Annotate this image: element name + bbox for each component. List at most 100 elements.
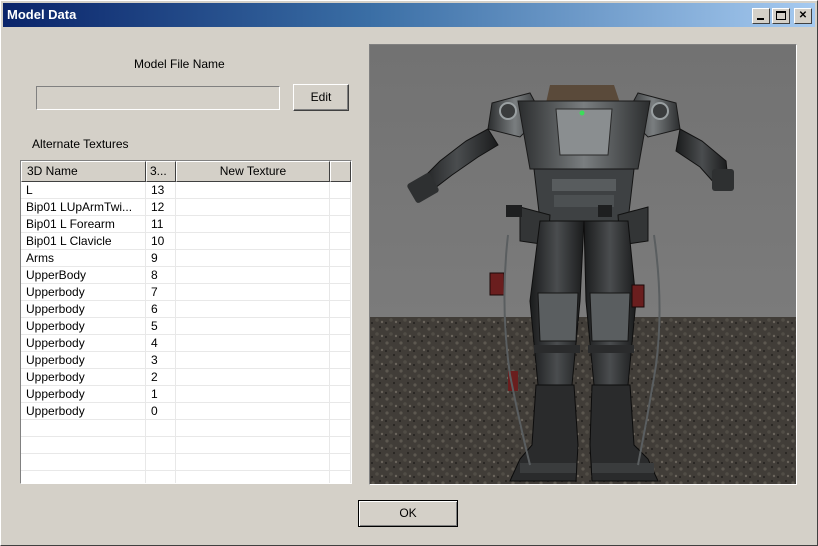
cell-3d-name: Upperbody: [21, 318, 146, 335]
cell-new-texture: [176, 301, 330, 318]
cell-3d-name: Upperbody: [21, 335, 146, 352]
list-body: L 13 Bip01 LUpArmTwi... 12 Bip01 L Forearm 11…: [21, 182, 351, 483]
edit-button[interactable]: Edit: [293, 84, 349, 111]
cell-empty: [330, 233, 351, 250]
table-row[interactable]: UpperBody 8: [21, 267, 351, 284]
cell-empty: [330, 335, 351, 352]
column-header-index[interactable]: 3...: [146, 161, 176, 182]
cell-new-texture: [176, 386, 330, 403]
cell-new-texture: [176, 199, 330, 216]
table-row[interactable]: Upperbody 3: [21, 352, 351, 369]
cell-empty: [330, 437, 351, 454]
cell-index: [146, 454, 176, 471]
cell-3d-name: L: [21, 182, 146, 199]
cell-new-texture: [176, 420, 330, 437]
table-row[interactable]: Arms 9: [21, 250, 351, 267]
table-row[interactable]: Upperbody 2: [21, 369, 351, 386]
cell-new-texture: [176, 454, 330, 471]
table-row[interactable]: Upperbody 0: [21, 403, 351, 420]
cell-empty: [330, 352, 351, 369]
cell-empty: [330, 284, 351, 301]
cell-3d-name: Arms: [21, 250, 146, 267]
column-header-new-texture[interactable]: New Texture: [176, 161, 330, 182]
ok-button[interactable]: OK: [358, 500, 458, 527]
cell-3d-name: [21, 437, 146, 454]
cell-index: 0: [146, 403, 176, 420]
table-row[interactable]: [21, 420, 351, 437]
cell-empty: [330, 250, 351, 267]
table-row[interactable]: Bip01 L Forearm 11: [21, 216, 351, 233]
cell-index: 10: [146, 233, 176, 250]
cell-new-texture: [176, 267, 330, 284]
cell-empty: [330, 318, 351, 335]
model-preview-viewport[interactable]: [369, 44, 797, 485]
alternate-textures-list[interactable]: 3D Name 3... New Texture L 13 Bip01 LUpArm…: [20, 160, 352, 484]
cell-empty: [330, 386, 351, 403]
cell-3d-name: Bip01 LUpArmTwi...: [21, 199, 146, 216]
table-row[interactable]: L 13: [21, 182, 351, 199]
minimize-icon: [757, 18, 764, 20]
cell-empty: [330, 267, 351, 284]
cell-empty: [330, 403, 351, 420]
cell-new-texture: [176, 437, 330, 454]
model-file-name-field[interactable]: [36, 86, 280, 110]
cell-new-texture: [176, 233, 330, 250]
cell-3d-name: Upperbody: [21, 284, 146, 301]
model-file-name-input[interactable]: [37, 87, 279, 109]
table-row[interactable]: Bip01 L Clavicle 10: [21, 233, 351, 250]
cell-index: [146, 420, 176, 437]
maximize-icon: [776, 11, 786, 20]
column-header-3d-name[interactable]: 3D Name: [21, 161, 146, 182]
cell-index: 2: [146, 369, 176, 386]
close-icon: ✕: [798, 10, 808, 21]
cell-empty: [330, 182, 351, 199]
cell-3d-name: Upperbody: [21, 301, 146, 318]
cell-index: 3: [146, 352, 176, 369]
cell-index: 7: [146, 284, 176, 301]
table-row[interactable]: [21, 454, 351, 471]
title-bar[interactable]: Model Data ✕: [3, 3, 815, 27]
cell-index: 8: [146, 267, 176, 284]
window-title: Model Data: [7, 7, 77, 22]
power-armor-preview-image: [370, 45, 796, 484]
cell-3d-name: Upperbody: [21, 369, 146, 386]
table-row[interactable]: Upperbody 5: [21, 318, 351, 335]
cell-new-texture: [176, 471, 330, 483]
maximize-button[interactable]: [772, 8, 790, 24]
close-button[interactable]: ✕: [794, 8, 812, 24]
cell-3d-name: Upperbody: [21, 386, 146, 403]
cell-index: 4: [146, 335, 176, 352]
table-row[interactable]: Bip01 LUpArmTwi... 12: [21, 199, 351, 216]
cell-new-texture: [176, 403, 330, 420]
cell-index: 1: [146, 386, 176, 403]
cell-empty: [330, 216, 351, 233]
table-row[interactable]: Upperbody 6: [21, 301, 351, 318]
table-row[interactable]: [21, 471, 351, 483]
cell-empty: [330, 301, 351, 318]
cell-new-texture: [176, 182, 330, 199]
cell-empty: [330, 199, 351, 216]
table-row[interactable]: Upperbody 4: [21, 335, 351, 352]
table-row[interactable]: [21, 437, 351, 454]
cell-empty: [330, 420, 351, 437]
list-header: 3D Name 3... New Texture: [21, 161, 351, 182]
cell-new-texture: [176, 318, 330, 335]
cell-new-texture: [176, 284, 330, 301]
table-row[interactable]: Upperbody 7: [21, 284, 351, 301]
minimize-button[interactable]: [752, 8, 770, 24]
cell-index: 12: [146, 199, 176, 216]
cell-index: [146, 471, 176, 483]
cell-3d-name: Bip01 L Forearm: [21, 216, 146, 233]
alternate-textures-label: Alternate Textures: [32, 137, 129, 151]
model-file-name-label: Model File Name: [134, 57, 225, 71]
cell-3d-name: [21, 454, 146, 471]
cell-index: 9: [146, 250, 176, 267]
cell-empty: [330, 454, 351, 471]
cell-new-texture: [176, 369, 330, 386]
table-row[interactable]: Upperbody 1: [21, 386, 351, 403]
column-header-empty[interactable]: [330, 161, 351, 182]
cell-3d-name: UpperBody: [21, 267, 146, 284]
cell-3d-name: Upperbody: [21, 403, 146, 420]
cell-index: 13: [146, 182, 176, 199]
cell-index: [146, 437, 176, 454]
